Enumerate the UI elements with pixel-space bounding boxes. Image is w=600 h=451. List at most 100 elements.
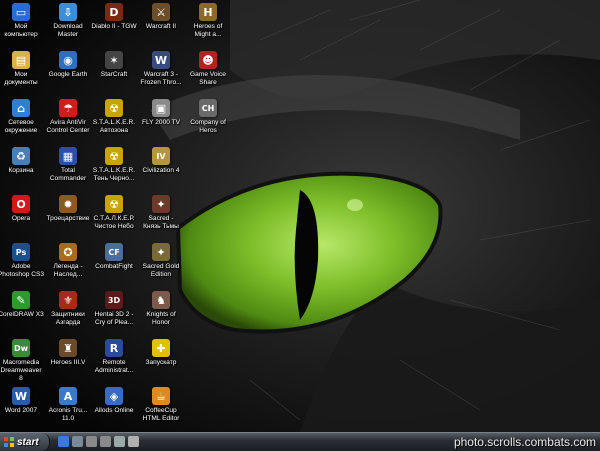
my-computer-icon: ▭ (12, 3, 30, 21)
desktop-shortcut[interactable]: R Remote Administrat... (90, 338, 138, 386)
warcraft3-icon: W (152, 51, 170, 69)
start-label: start (17, 436, 39, 448)
desktop-shortcut[interactable]: ♜ Heroes III.V (44, 338, 92, 386)
desktop-shortcut[interactable]: IV Civilization 4 (137, 146, 185, 194)
desktop-shortcut[interactable]: ✦ Sacred Gold Edition (137, 242, 185, 290)
desktop-shortcut[interactable]: ☻ Game Voice Share (184, 50, 232, 98)
combatfight-icon: CF (105, 243, 123, 261)
stalker-clear-sky-icon: ☢ (105, 195, 123, 213)
desktop-shortcut-label: Knights of Honor (146, 311, 176, 326)
drive-icon[interactable] (100, 436, 111, 447)
sacred-icon: ✦ (152, 195, 170, 213)
google-earth-icon: ◉ (59, 51, 77, 69)
coffeecup-icon: ☕ (152, 387, 170, 405)
desktop-shortcut[interactable]: ▦ Total Commander (44, 146, 92, 194)
desktop-shortcut-label: FLY 2000 TV (141, 119, 181, 126)
desktop-shortcut[interactable]: Ps Adobe Photoshop CS3 (0, 242, 45, 290)
launcher-icon: ✚ (152, 339, 170, 357)
desktop-shortcut[interactable]: ◉ Google Earth (44, 50, 92, 98)
desktop-shortcut[interactable]: ▣ FLY 2000 TV (137, 98, 185, 146)
desktop-shortcut-label: Allods Online (94, 407, 134, 414)
word-icon: W (12, 387, 30, 405)
desktop-show-icon[interactable] (72, 436, 83, 447)
desktop-shortcut[interactable]: ✚ Запускатр (137, 338, 185, 386)
warcraft2-icon: ⚔ (152, 3, 170, 21)
allods-icon: ◈ (105, 387, 123, 405)
desktop-shortcut-label: Мои документы (4, 71, 38, 86)
desktop-shortcut[interactable]: A Acronis Tru... 11.0 (44, 386, 92, 432)
desktop-shortcut-label: Защитники Азгарда (51, 311, 85, 326)
acronis-icon: A (59, 387, 77, 405)
desktop-shortcut-label: CombatFight (95, 263, 133, 270)
desktop-shortcut[interactable]: ⌂ Сетевое окружение (0, 98, 45, 146)
desktop-shortcut[interactable]: Dw Macromedia Dreamweaver 8 (0, 338, 45, 386)
desktop-shortcut[interactable]: CH Company of Heros (184, 98, 232, 146)
desktop-shortcut[interactable]: 3D Hentai 3D 2 - Cry of Plea... (90, 290, 138, 338)
desktop-shortcut[interactable]: ☢ S.T.A.L.K.E.R. Тень Черно... (90, 146, 138, 194)
knights-of-honor-icon: ♞ (152, 291, 170, 309)
desktop-shortcut[interactable]: ▭ Мой компьютер (0, 2, 45, 50)
windows-logo-icon (4, 437, 14, 447)
desktop-shortcut[interactable]: ✪ Легенда - Наслед... (44, 242, 92, 290)
desktop-shortcut-label: Heroes III.V (50, 359, 86, 366)
desktop-shortcut[interactable]: ♞ Knights of Honor (137, 290, 185, 338)
desktop-shortcut[interactable]: W Warcraft 3 - Frozen Thro... (137, 50, 185, 98)
photoshop-icon: Ps (12, 243, 30, 261)
opera-icon: O (12, 195, 30, 213)
civilization-icon: IV (152, 147, 170, 165)
desktop-shortcut-label: Запускатр (145, 359, 177, 366)
desktop-shortcut-label: Сетевое окружение (4, 119, 38, 134)
desktop-shortcut[interactable]: ▤ Мои документы (0, 50, 45, 98)
desktop-shortcut-label: Sacred - Князь Тьмы (143, 215, 179, 230)
my-documents-icon: ▤ (12, 51, 30, 69)
quick-launch-toolbar (58, 436, 139, 447)
recycle-bin-icon: ♻ (12, 147, 30, 165)
company-of-heroes-icon: CH (199, 99, 217, 117)
desktop-shortcut[interactable]: ☕ CoffeeCup HTML Editor (137, 386, 185, 432)
desktop-shortcut-label: CorelDRAW X3 (0, 311, 44, 318)
desktop-shortcut[interactable]: O Opera (0, 194, 45, 242)
legend-icon: ✪ (59, 243, 77, 261)
tv-icon: ▣ (152, 99, 170, 117)
desktop-shortcut[interactable]: ✦ Sacred - Князь Тьмы (137, 194, 185, 242)
hentai3d-icon: 3D (105, 291, 123, 309)
desktop-shortcut[interactable]: H Heroes of Might a... (184, 2, 232, 50)
desktop-shortcut-label: Hentai 3D 2 - Cry of Plea... (94, 311, 134, 326)
desktop-shortcut-label: Троецарствие (46, 215, 90, 222)
heroes-might-magic-icon: H (199, 3, 217, 21)
desktop-shortcut[interactable]: ◈ Allods Online (90, 386, 138, 432)
total-commander-icon: ▦ (59, 147, 77, 165)
desktop-shortcut[interactable]: ✹ Троецарствие (44, 194, 92, 242)
folder-icon[interactable] (128, 436, 139, 447)
ie-icon[interactable] (58, 436, 69, 447)
desktop-shortcut-label: S.T.A.L.K.E.R. Тень Черно... (92, 167, 136, 182)
desktop-shortcut[interactable]: W Word 2007 (0, 386, 45, 432)
remote-admin-icon: R (105, 339, 123, 357)
desktop-shortcut[interactable]: ☂ Avira AntiVir Control Center (44, 98, 92, 146)
desktop-shortcut[interactable]: ☢ S.T.A.L.K.E.R. Автозона (90, 98, 138, 146)
network-icon[interactable] (114, 436, 125, 447)
desktop-shortcut-label: Warcraft 3 - Frozen Thro... (140, 71, 182, 86)
taskbar: start photo.scrolls.combats.com (0, 432, 600, 451)
desktop-shortcut[interactable]: ⇩ Download Master (44, 2, 92, 50)
desktop-shortcut-label: Sacred Gold Edition (142, 263, 180, 278)
desktop-shortcut[interactable]: D Diablo II - TGW (90, 2, 138, 50)
diablo-icon: D (105, 3, 123, 21)
stalker-shadow-icon: ☢ (105, 147, 123, 165)
desktop-shortcut-label: Download Master (53, 23, 83, 38)
desktop-shortcut-label: Diablo II - TGW (91, 23, 137, 30)
desktop-shortcut[interactable]: ✶ StarCraft (90, 50, 138, 98)
three-kingdoms-icon: ✹ (59, 195, 77, 213)
avira-icon: ☂ (59, 99, 77, 117)
start-button[interactable]: start (0, 433, 50, 451)
coreldraw-icon: ✎ (12, 291, 30, 309)
desktop-shortcut-label: Civilization 4 (142, 167, 180, 174)
desktop-shortcut[interactable]: ☢ С.Т.А.Л.К.Е.Р. Чистое Небо (90, 194, 138, 242)
desktop-shortcut[interactable]: ✎ CorelDRAW X3 (0, 290, 45, 338)
drive-icon[interactable] (86, 436, 97, 447)
desktop-shortcut[interactable]: CF CombatFight (90, 242, 138, 290)
desktop-shortcut[interactable]: ⚜ Защитники Азгарда (44, 290, 92, 338)
starcraft-icon: ✶ (105, 51, 123, 69)
desktop-shortcut[interactable]: ♻ Корзина (0, 146, 45, 194)
desktop-shortcut[interactable]: ⚔ Warcraft II (137, 2, 185, 50)
